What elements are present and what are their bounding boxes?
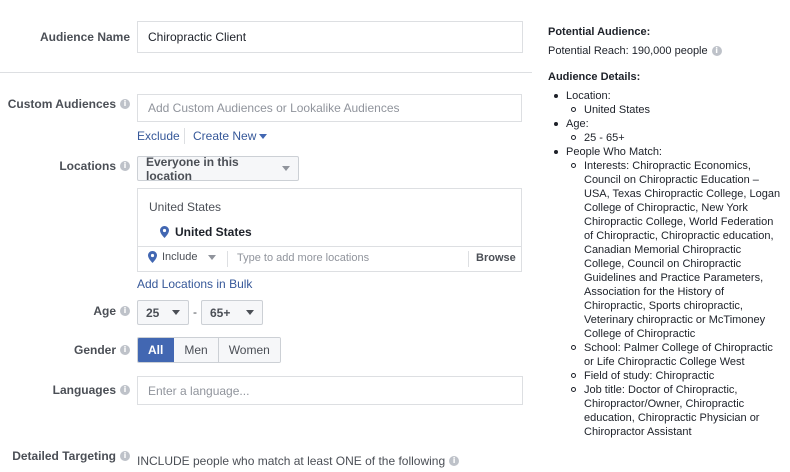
location-scope-select[interactable]: Everyone in this location	[137, 155, 299, 183]
create-new-link[interactable]: Create New	[193, 129, 268, 143]
info-icon[interactable]: i	[120, 306, 130, 316]
detail-location-value: United States	[548, 103, 784, 117]
audience-name-label: Audience Name	[39, 30, 130, 44]
info-icon[interactable]: i	[120, 345, 130, 355]
selected-location[interactable]: United States	[160, 225, 252, 239]
info-icon[interactable]: i	[711, 46, 722, 56]
detail-people-who-match: People Who Match:	[548, 145, 784, 159]
caret-down-icon	[282, 166, 290, 171]
age-max-select[interactable]: 65+	[201, 300, 263, 325]
audience-summary-sidebar: Potential Audience: Potential Reach: 190…	[548, 0, 790, 472]
age-separator: -	[193, 305, 197, 319]
detail-age-value: 25 - 65+	[548, 131, 784, 145]
location-pin-icon	[148, 251, 157, 263]
age-min-select[interactable]: 25	[137, 300, 189, 325]
caret-down-icon	[259, 133, 268, 139]
gender-men-button[interactable]: Men	[174, 338, 219, 362]
detail-field-of-study: Field of study: Chiropractic	[548, 369, 784, 383]
locations-label: Locations i	[59, 159, 130, 173]
location-group-label: United States	[149, 200, 222, 214]
include-select[interactable]: Include	[148, 251, 217, 263]
browse-button[interactable]: Browse	[476, 252, 516, 264]
info-icon[interactable]: i	[449, 456, 460, 466]
browse-divider	[468, 251, 469, 267]
detail-school: School: Palmer College of Chiropractic o…	[548, 341, 784, 369]
location-box: United States United States Include Type…	[137, 188, 522, 272]
potential-audience-heading: Potential Audience:	[548, 26, 651, 38]
detailed-targeting-label: Detailed Targeting i	[12, 449, 130, 463]
section-divider	[0, 72, 532, 73]
age-label: Age i	[93, 304, 130, 318]
custom-audiences-input[interactable]: Add Custom Audiences or Lookalike Audien…	[137, 94, 522, 122]
location-box-separator	[138, 246, 521, 247]
potential-reach: Potential Reach: 190,000 people i	[548, 45, 722, 57]
detail-interests: Interests: Chiropractic Economics, Counc…	[548, 159, 784, 341]
detailed-targeting-include: INCLUDE people who match at least ONE of…	[137, 454, 460, 468]
location-search-input[interactable]: Type to add more locations	[237, 252, 369, 264]
audience-details-list: Location: United States Age: 25 - 65+ Pe…	[548, 89, 784, 439]
custom-audiences-label: Custom Audiences i	[8, 97, 130, 111]
info-icon[interactable]: i	[120, 99, 130, 109]
languages-label: Languages i	[53, 383, 130, 397]
info-icon[interactable]: i	[120, 451, 130, 461]
detail-age: Age:	[548, 117, 784, 131]
detail-location: Location:	[548, 89, 784, 103]
gender-label: Gender i	[74, 343, 130, 357]
info-icon[interactable]: i	[120, 161, 130, 171]
gender-women-button[interactable]: Women	[218, 338, 280, 362]
audience-name-input[interactable]: Chiropractic Client	[137, 21, 523, 53]
audience-details-heading: Audience Details:	[548, 71, 641, 83]
location-pin-icon	[160, 226, 169, 238]
include-divider	[227, 251, 228, 267]
exclude-link[interactable]: Exclude	[137, 129, 180, 143]
add-locations-bulk-link[interactable]: Add Locations in Bulk	[137, 277, 252, 291]
info-icon[interactable]: i	[120, 385, 130, 395]
caret-down-icon	[246, 310, 254, 315]
detail-job-title: Job title: Doctor of Chiropractic, Chiro…	[548, 383, 784, 439]
gender-all-button[interactable]: All	[138, 338, 175, 362]
link-divider	[184, 128, 185, 144]
audience-form: Audience Name Chiropractic Client Custom…	[0, 0, 532, 472]
caret-down-icon	[208, 254, 217, 260]
gender-toggle-group: All Men Women	[137, 337, 281, 363]
language-input[interactable]: Enter a language...	[137, 376, 523, 405]
caret-down-icon	[172, 310, 180, 315]
